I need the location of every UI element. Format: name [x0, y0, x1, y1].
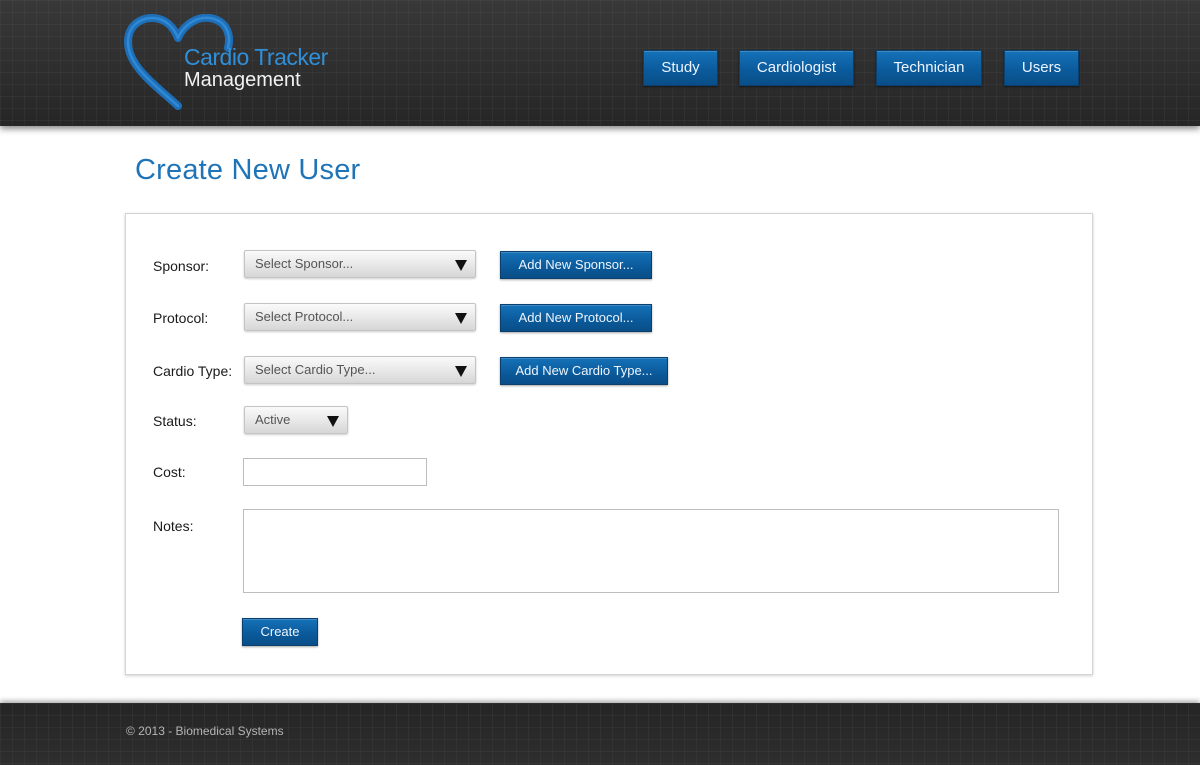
page-title: Create New User — [135, 154, 361, 186]
nav-technician-button[interactable]: Technician — [876, 50, 982, 86]
triangle-down-icon — [455, 260, 467, 271]
sponsor-select-value: Select Sponsor... — [255, 256, 354, 271]
status-label: Status: — [153, 413, 197, 429]
app-footer: © 2013 - Biomedical Systems — [0, 703, 1200, 765]
add-new-protocol-button[interactable]: Add New Protocol... — [500, 304, 652, 332]
status-select-value: Active — [255, 412, 291, 427]
protocol-select-value: Select Protocol... — [255, 309, 354, 324]
notes-textarea[interactable] — [243, 509, 1059, 593]
brand-name: Cardio Tracker — [184, 44, 328, 70]
protocol-label: Protocol: — [153, 310, 209, 326]
sponsor-select[interactable]: Select Sponsor... — [244, 250, 476, 278]
triangle-down-icon — [455, 313, 467, 324]
status-select[interactable]: Active — [244, 406, 348, 434]
nav-cardiologist-button[interactable]: Cardiologist — [739, 50, 854, 86]
add-new-cardio-type-button[interactable]: Add New Cardio Type... — [500, 357, 668, 385]
protocol-select[interactable]: Select Protocol... — [244, 303, 476, 331]
sponsor-label: Sponsor: — [153, 258, 210, 274]
cardio-type-select[interactable]: Select Cardio Type... — [244, 356, 476, 384]
add-new-sponsor-button[interactable]: Add New Sponsor... — [500, 251, 652, 279]
create-button[interactable]: Create — [242, 618, 318, 646]
app-header: Cardio Tracker Management Study Cardiolo… — [0, 0, 1200, 126]
nav-study-button[interactable]: Study — [643, 50, 718, 86]
triangle-down-icon — [327, 416, 339, 427]
notes-label: Notes: — [153, 518, 194, 534]
cost-input[interactable] — [243, 458, 427, 486]
brand-logo[interactable]: Cardio Tracker Management — [124, 14, 334, 110]
cost-label: Cost: — [153, 464, 186, 480]
create-user-form: Sponsor: Select Sponsor... Add New Spons… — [125, 213, 1093, 675]
brand-subtitle: Management — [184, 69, 301, 91]
copyright-text: © 2013 - Biomedical Systems — [126, 724, 284, 738]
triangle-down-icon — [455, 366, 467, 377]
nav-users-button[interactable]: Users — [1004, 50, 1079, 86]
cardio-type-select-value: Select Cardio Type... — [255, 362, 376, 377]
cardio-type-label: Cardio Type: — [153, 363, 233, 379]
